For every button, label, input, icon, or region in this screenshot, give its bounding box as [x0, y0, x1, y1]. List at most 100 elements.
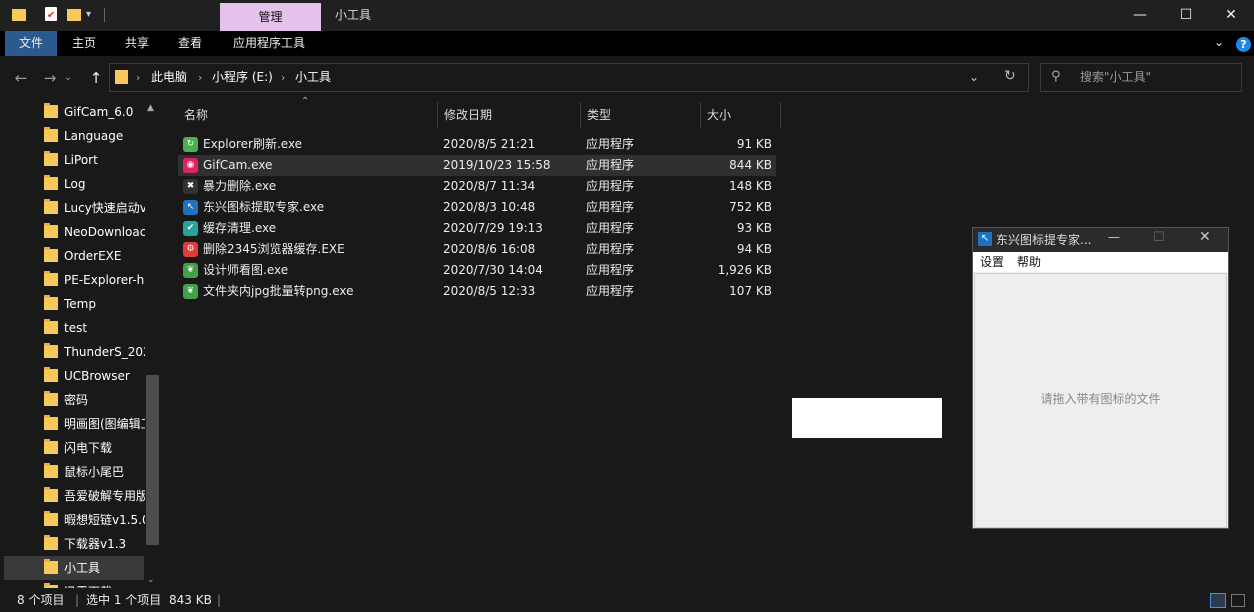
- tab-manage[interactable]: 管理: [220, 3, 321, 31]
- sidebar-item[interactable]: LiPort: [4, 148, 144, 172]
- minimize-icon[interactable]: —: [1117, 0, 1163, 31]
- sidebar-item[interactable]: Log: [4, 172, 144, 196]
- app-maximize-icon[interactable]: ☐: [1153, 230, 1165, 245]
- folder-icon: [12, 9, 26, 21]
- sidebar-item[interactable]: 暇想短链v1.5.0: [4, 508, 146, 532]
- file-date: 2020/8/6 16:08: [443, 242, 536, 256]
- sidebar-item-label: 下载器v1.3: [64, 537, 127, 551]
- file-type: 应用程序: [586, 158, 635, 172]
- sidebar-item[interactable]: OrderEXE: [4, 244, 144, 268]
- close-icon[interactable]: ✕: [1208, 0, 1254, 31]
- sidebar-item-label: NeoDownloac: [64, 225, 146, 239]
- folder-icon: [44, 319, 58, 334]
- sidebar-item[interactable]: NeoDownloac: [4, 220, 146, 244]
- check-icon: ✔: [183, 221, 198, 236]
- expand-ribbon-icon[interactable]: ⌄: [1214, 35, 1224, 49]
- folder-icon: [44, 151, 58, 166]
- quick-access-dropdown-icon[interactable]: ▾: [86, 6, 98, 24]
- sidebar-item-label: 小工具: [64, 561, 101, 575]
- details-view-icon[interactable]: [1210, 593, 1226, 608]
- large-icons-view-icon[interactable]: [1231, 594, 1245, 607]
- sidebar-item[interactable]: 密码: [4, 388, 144, 412]
- tab-file[interactable]: 文件: [5, 31, 57, 56]
- file-row[interactable]: ❦ 设计师看图.exe 2020/7/30 14:04 应用程序 1,926 KB: [178, 260, 776, 281]
- forward-icon[interactable]: →: [38, 66, 62, 90]
- tab-app-tools[interactable]: 应用程序工具: [233, 31, 305, 56]
- address-dropdown-icon[interactable]: ⌄: [969, 70, 979, 84]
- refresh-icon[interactable]: ↻: [1004, 68, 1016, 84]
- search-icon: ⚲: [1051, 69, 1061, 84]
- column-type[interactable]: 类型: [581, 102, 701, 128]
- sidebar-item[interactable]: 下载器v1.3: [4, 532, 144, 556]
- crumb-this-pc[interactable]: 此电脑: [151, 63, 187, 92]
- folder-icon: [44, 223, 58, 238]
- folder-icon: [44, 199, 58, 214]
- item-count: 8 个项目: [17, 593, 65, 607]
- scroll-down-icon[interactable]: ⌄: [147, 575, 155, 585]
- sidebar-item-label: 吾爱破解专用版: [64, 489, 146, 503]
- file-date: 2020/8/5 12:33: [443, 284, 536, 298]
- crumb-folder[interactable]: 小工具: [295, 63, 331, 92]
- recent-locations-icon[interactable]: ⌄: [62, 66, 74, 90]
- file-date: 2020/8/7 11:34: [443, 179, 536, 193]
- sidebar-item[interactable]: ThunderS_202: [4, 340, 146, 364]
- folder-icon: [44, 415, 58, 430]
- scroll-up-icon[interactable]: ▲: [147, 103, 154, 113]
- sidebar-item-label: 暇想短链v1.5.0: [64, 513, 146, 527]
- sidebar-item[interactable]: 小工具: [4, 556, 144, 580]
- sidebar-item[interactable]: PE-Explorer-h: [4, 268, 144, 292]
- file-row[interactable]: ↖ 东兴图标提取专家.exe 2020/8/3 10:48 应用程序 752 KB: [178, 197, 776, 218]
- help-icon[interactable]: ?: [1236, 37, 1251, 52]
- app-cursor-icon: ↖: [978, 232, 992, 246]
- app-menu-bar: [973, 252, 1228, 272]
- nav-scrollbar-thumb[interactable]: [146, 375, 159, 545]
- file-row[interactable]: ↻ Explorer刷新.exe 2020/8/5 21:21 应用程序 91 KB: [178, 134, 776, 155]
- menu-settings[interactable]: 设置: [980, 252, 1004, 272]
- sidebar-item[interactable]: 吾爱破解专用版: [4, 484, 146, 508]
- file-type: 应用程序: [586, 284, 635, 298]
- properties-icon[interactable]: ✔: [45, 7, 57, 21]
- sidebar-item[interactable]: Lucy快速启动v: [4, 196, 146, 220]
- file-date: 2020/8/3 10:48: [443, 200, 536, 214]
- file-row[interactable]: ❦ 文件夹内jpg批量转png.exe 2020/8/5 12:33 应用程序 107 …: [178, 281, 776, 302]
- tab-share[interactable]: 共享: [125, 31, 149, 56]
- menu-help[interactable]: 帮助: [1017, 252, 1041, 272]
- new-folder-icon[interactable]: [67, 9, 81, 21]
- chevron-right-icon[interactable]: ›: [281, 63, 285, 92]
- sidebar-item-label: 密码: [64, 393, 89, 407]
- sidebar-item[interactable]: GifCam_6.0: [4, 100, 144, 124]
- file-name: 设计师看图.exe: [203, 263, 289, 277]
- file-row[interactable]: ✖ 暴力删除.exe 2020/8/7 11:34 应用程序 148 KB: [178, 176, 776, 197]
- leaf-icon: ❦: [183, 284, 198, 299]
- sidebar-item[interactable]: Language: [4, 124, 144, 148]
- sidebar-item[interactable]: 闪电下载: [4, 436, 144, 460]
- folder-icon: [44, 487, 58, 502]
- column-name[interactable]: 名称: [178, 102, 438, 128]
- column-size[interactable]: 大小: [701, 102, 781, 128]
- sidebar-item[interactable]: UCBrowser: [4, 364, 144, 388]
- up-icon[interactable]: ↑: [84, 66, 108, 90]
- folder-icon: [44, 295, 58, 310]
- sidebar-item[interactable]: 鼠标小尾巴: [4, 460, 144, 484]
- sidebar-item[interactable]: test: [4, 316, 144, 340]
- tab-view[interactable]: 查看: [178, 31, 202, 56]
- file-size: 107 KB: [729, 284, 772, 298]
- column-date[interactable]: 修改日期: [438, 102, 581, 128]
- app-minimize-icon[interactable]: —: [1108, 230, 1120, 244]
- sidebar-item-label: ThunderS_202: [64, 345, 146, 359]
- app-close-icon[interactable]: ✕: [1199, 229, 1211, 245]
- file-row[interactable]: ◉ GifCam.exe 2019/10/23 15:58 应用程序 844 KB: [178, 155, 776, 176]
- leaf-icon: ❦: [183, 263, 198, 278]
- sidebar-item-label: 明画图(图编辑工: [64, 417, 146, 431]
- sidebar-item[interactable]: 明画图(图编辑工: [4, 412, 146, 436]
- chevron-right-icon[interactable]: ›: [198, 63, 202, 92]
- maximize-icon[interactable]: ☐: [1163, 0, 1209, 31]
- chevron-right-icon[interactable]: ›: [136, 63, 140, 92]
- file-row[interactable]: ⚙ 删除2345浏览器缓存.EXE 2020/8/6 16:08 应用程序 94 KB: [178, 239, 776, 260]
- sidebar-item[interactable]: Temp: [4, 292, 144, 316]
- tab-home[interactable]: 主页: [72, 31, 96, 56]
- file-row[interactable]: ✔ 缓存清理.exe 2020/7/29 19:13 应用程序 93 KB: [178, 218, 776, 239]
- crumb-drive[interactable]: 小程序 (E:): [212, 63, 273, 92]
- back-icon[interactable]: ←: [9, 66, 33, 90]
- folder-icon: [44, 535, 58, 550]
